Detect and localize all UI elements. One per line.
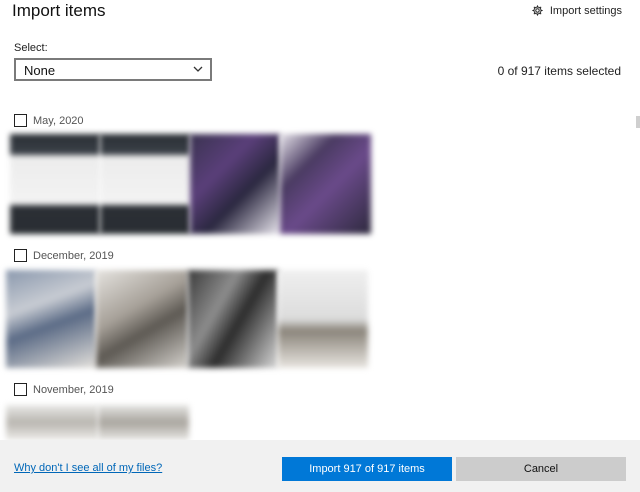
thumbnail-row: [10, 134, 371, 234]
selection-count: 0 of 917 items selected: [497, 64, 621, 78]
cancel-button[interactable]: Cancel: [456, 457, 626, 481]
scrollbar-thumb[interactable]: [636, 116, 640, 128]
group-date: May, 2020: [33, 114, 84, 127]
photo-thumbnail[interactable]: [280, 134, 371, 234]
photo-thumbnail[interactable]: [10, 134, 100, 234]
photo-thumbnail[interactable]: [278, 270, 368, 368]
dialog-footer: Why don't I see all of my files? Import …: [0, 440, 640, 492]
photo-thumbnail[interactable]: [96, 270, 188, 368]
group-header: May, 2020: [14, 114, 84, 127]
photo-thumbnail[interactable]: [98, 405, 189, 440]
group-checkbox[interactable]: [14, 114, 27, 127]
group-date: November, 2019: [33, 383, 114, 396]
import-settings-button[interactable]: Import settings: [531, 4, 622, 17]
photo-thumbnail[interactable]: [100, 134, 190, 234]
import-settings-label: Import settings: [549, 4, 622, 17]
import-button[interactable]: Import 917 of 917 items: [282, 457, 452, 481]
group-header: November, 2019: [14, 383, 114, 396]
photo-thumbnail[interactable]: [190, 134, 280, 234]
chevron-down-icon: [193, 66, 203, 72]
help-link[interactable]: Why don't I see all of my files?: [14, 462, 162, 474]
dialog-title: Import items: [12, 1, 106, 20]
photo-thumbnail[interactable]: [188, 270, 278, 368]
thumbnail-row: [6, 270, 368, 368]
select-dropdown[interactable]: None: [14, 58, 212, 81]
photo-thumbnail[interactable]: [6, 270, 96, 368]
group-checkbox[interactable]: [14, 249, 27, 262]
thumbnail-row: [6, 405, 189, 440]
group-header: December, 2019: [14, 249, 114, 262]
group-checkbox[interactable]: [14, 383, 27, 396]
select-label: Select:: [14, 42, 48, 54]
gear-icon: [532, 5, 543, 16]
photo-thumbnail[interactable]: [6, 405, 98, 440]
group-date: December, 2019: [33, 249, 114, 262]
select-value: None: [24, 63, 56, 78]
